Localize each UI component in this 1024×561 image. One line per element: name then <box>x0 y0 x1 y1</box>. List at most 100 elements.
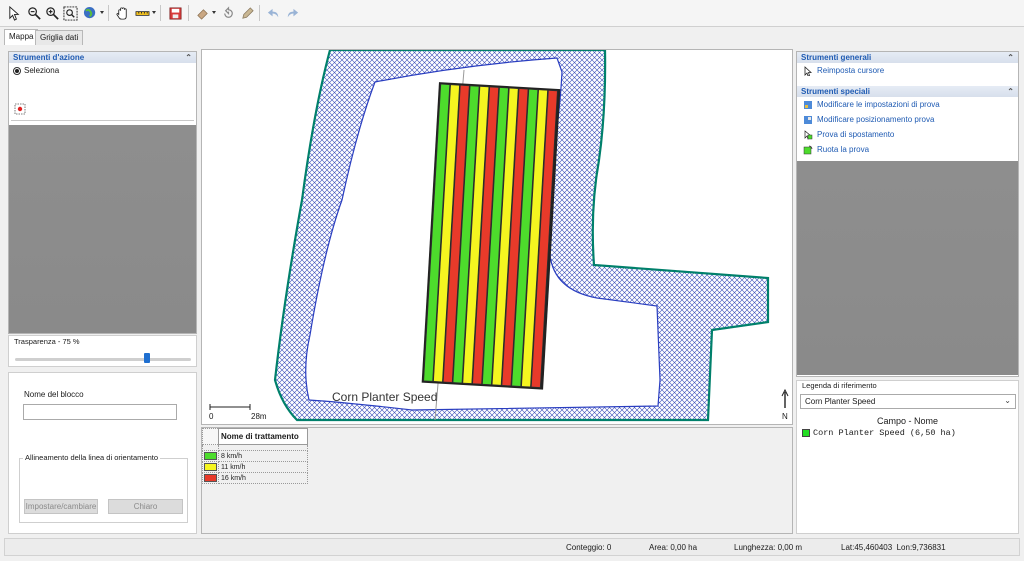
table-row[interactable]: 8 km/h <box>202 450 308 462</box>
table-corner <box>202 428 219 445</box>
rotate-trial-item[interactable]: Ruota la prova <box>797 142 1018 157</box>
scale-value-label: 28m <box>251 412 267 421</box>
reset-cursor-label: Reimposta cursore <box>817 66 885 75</box>
treatment-table-area: Nome di trattamento 8 km/h 11 km/h 16 km… <box>201 427 793 534</box>
chevron-down-icon[interactable]: ⌄ <box>1004 396 1011 405</box>
trial-settings-label: Modificare le impostazioni di prova <box>817 100 940 109</box>
left-gray-area <box>9 125 196 333</box>
swatch-yellow <box>204 463 217 471</box>
trial-position-item[interactable]: Modificare posizionamento prova <box>797 112 1018 127</box>
status-bar: Conteggio: 0 Area: 0,00 ha Lunghezza: 0,… <box>4 538 1020 556</box>
trial-strips-group <box>421 82 561 390</box>
swatch-red <box>204 474 217 482</box>
divider <box>11 120 194 121</box>
trial-settings-item[interactable]: Modificare le impostazioni di prova <box>797 97 1018 112</box>
tab-mappa[interactable]: Mappa <box>4 29 39 45</box>
undo-rotate-icon <box>219 4 237 22</box>
globe-zoom-icon[interactable] <box>81 4 99 22</box>
zoom-in-icon[interactable] <box>43 4 61 22</box>
trial-label: Corn Planter Speed <box>332 390 438 404</box>
swatch-cell <box>202 461 219 473</box>
save-map-icon[interactable] <box>166 4 184 22</box>
spacer <box>797 78 1018 86</box>
collapse-icon[interactable]: ⌃ <box>1007 86 1014 97</box>
toolbar-separator <box>160 5 161 21</box>
swatch-cell <box>202 472 219 484</box>
tab-bar: Mappa Griglia dati <box>0 27 1024 45</box>
swatch-cell <box>202 450 219 462</box>
treatment-header[interactable]: Nome di trattamento <box>218 428 308 445</box>
clear-button[interactable]: Chiaro <box>108 499 183 514</box>
block-settings-panel: Nome del blocco Allineamento della linea… <box>8 372 197 534</box>
map-svg[interactable] <box>202 50 793 425</box>
treatment-label: 11 km/h <box>218 461 308 473</box>
transparency-box: Trasparenza - 75 % <box>8 335 197 367</box>
status-count: Conteggio: 0 <box>566 543 612 552</box>
move-trial-icon <box>803 129 813 140</box>
transparency-track[interactable] <box>15 358 191 361</box>
chevron-down-icon[interactable] <box>100 11 104 14</box>
orientation-group-label: Allineamento della linea di orientamento <box>23 453 161 462</box>
legend-title: Legenda di riferimento <box>802 381 877 390</box>
undo-arrow-icon <box>264 4 282 22</box>
table-row[interactable]: 11 km/h <box>202 461 308 473</box>
table-row[interactable]: 16 km/h <box>202 472 308 484</box>
measure-ruler-icon[interactable] <box>133 4 151 22</box>
zoom-out-icon[interactable] <box>25 4 43 22</box>
toolbar <box>0 0 1024 27</box>
cursor-icon <box>803 65 813 76</box>
status-coords: Lat:45,460403 Lon:9,736831 <box>841 543 946 552</box>
toolbar-separator <box>188 5 189 21</box>
tab-griglia-dati[interactable]: Griglia dati <box>35 30 84 45</box>
general-tools-title: Strumenti generali <box>801 53 872 62</box>
select-radio[interactable] <box>13 66 21 75</box>
reference-legend-panel: Legenda di riferimento Corn Planter Spee… <box>796 380 1019 534</box>
move-trial-label: Prova di spostamento <box>817 130 895 139</box>
chevron-down-icon <box>212 11 216 14</box>
trial-position-label: Modificare posizionamento prova <box>817 115 935 124</box>
status-length: Lunghezza: 0,00 m <box>734 543 803 552</box>
block-name-field[interactable] <box>23 404 177 420</box>
action-tools-title: Strumenti d'azione <box>13 53 85 62</box>
toolbar-separator <box>108 5 109 21</box>
map-canvas[interactable]: Corn Planter Speed 0 28m N <box>201 49 793 425</box>
treatment-label: 8 km/h <box>218 450 308 462</box>
treatment-label: 16 km/h <box>218 472 308 484</box>
legend-heading: Campo - Nome <box>876 416 939 426</box>
action-tools-header[interactable]: Strumenti d'azione ⌃ <box>9 52 196 63</box>
collapse-icon[interactable]: ⌃ <box>1007 52 1014 63</box>
legend-select-value: Corn Planter Speed <box>805 397 876 406</box>
tools-panel-right: Strumenti generali ⌃ Reimposta cursore S… <box>796 51 1019 377</box>
pan-hand-icon[interactable] <box>113 4 131 22</box>
scale-zero-label: 0 <box>209 412 214 421</box>
point-select-icon[interactable] <box>14 103 26 115</box>
zoom-extent-icon[interactable] <box>61 4 79 22</box>
select-radio-row[interactable]: Seleziona <box>13 66 59 75</box>
chevron-down-icon[interactable] <box>152 11 156 14</box>
action-tools-panel: Strumenti d'azione ⌃ Seleziona <box>8 51 197 334</box>
reset-cursor-item[interactable]: Reimposta cursore <box>797 63 1018 78</box>
legend-swatch <box>802 429 810 437</box>
swatch-green <box>204 452 217 460</box>
trial-settings-icon <box>803 100 813 110</box>
set-change-button[interactable]: Impostare/cambiare <box>24 499 98 514</box>
redo-arrow-icon <box>283 4 301 22</box>
edit-pencil-icon <box>238 4 256 22</box>
legend-select[interactable]: Corn Planter Speed ⌄ <box>800 394 1016 409</box>
move-trial-item[interactable]: Prova di spostamento <box>797 127 1018 142</box>
select-arrow-icon[interactable] <box>5 4 23 22</box>
special-tools-header[interactable]: Strumenti speciali ⌃ <box>797 86 1018 97</box>
general-tools-header[interactable]: Strumenti generali ⌃ <box>797 52 1018 63</box>
select-radio-label: Seleziona <box>24 66 60 75</box>
rotate-trial-label: Ruota la prova <box>817 145 870 154</box>
special-tools-title: Strumenti speciali <box>801 87 870 96</box>
toolbar-separator <box>259 5 260 21</box>
trial-position-icon <box>803 115 813 125</box>
treatment-table: Nome di trattamento 8 km/h 11 km/h 16 km… <box>202 428 308 484</box>
status-area: Area: 0,00 ha <box>649 543 698 552</box>
rotate-trial-icon <box>803 145 813 155</box>
action-tools-body: Seleziona <box>9 63 196 125</box>
collapse-icon[interactable]: ⌃ <box>185 52 192 63</box>
transparency-slider-thumb[interactable] <box>144 353 150 363</box>
legend-entry: Corn Planter Speed (6,50 ha) <box>813 428 956 438</box>
